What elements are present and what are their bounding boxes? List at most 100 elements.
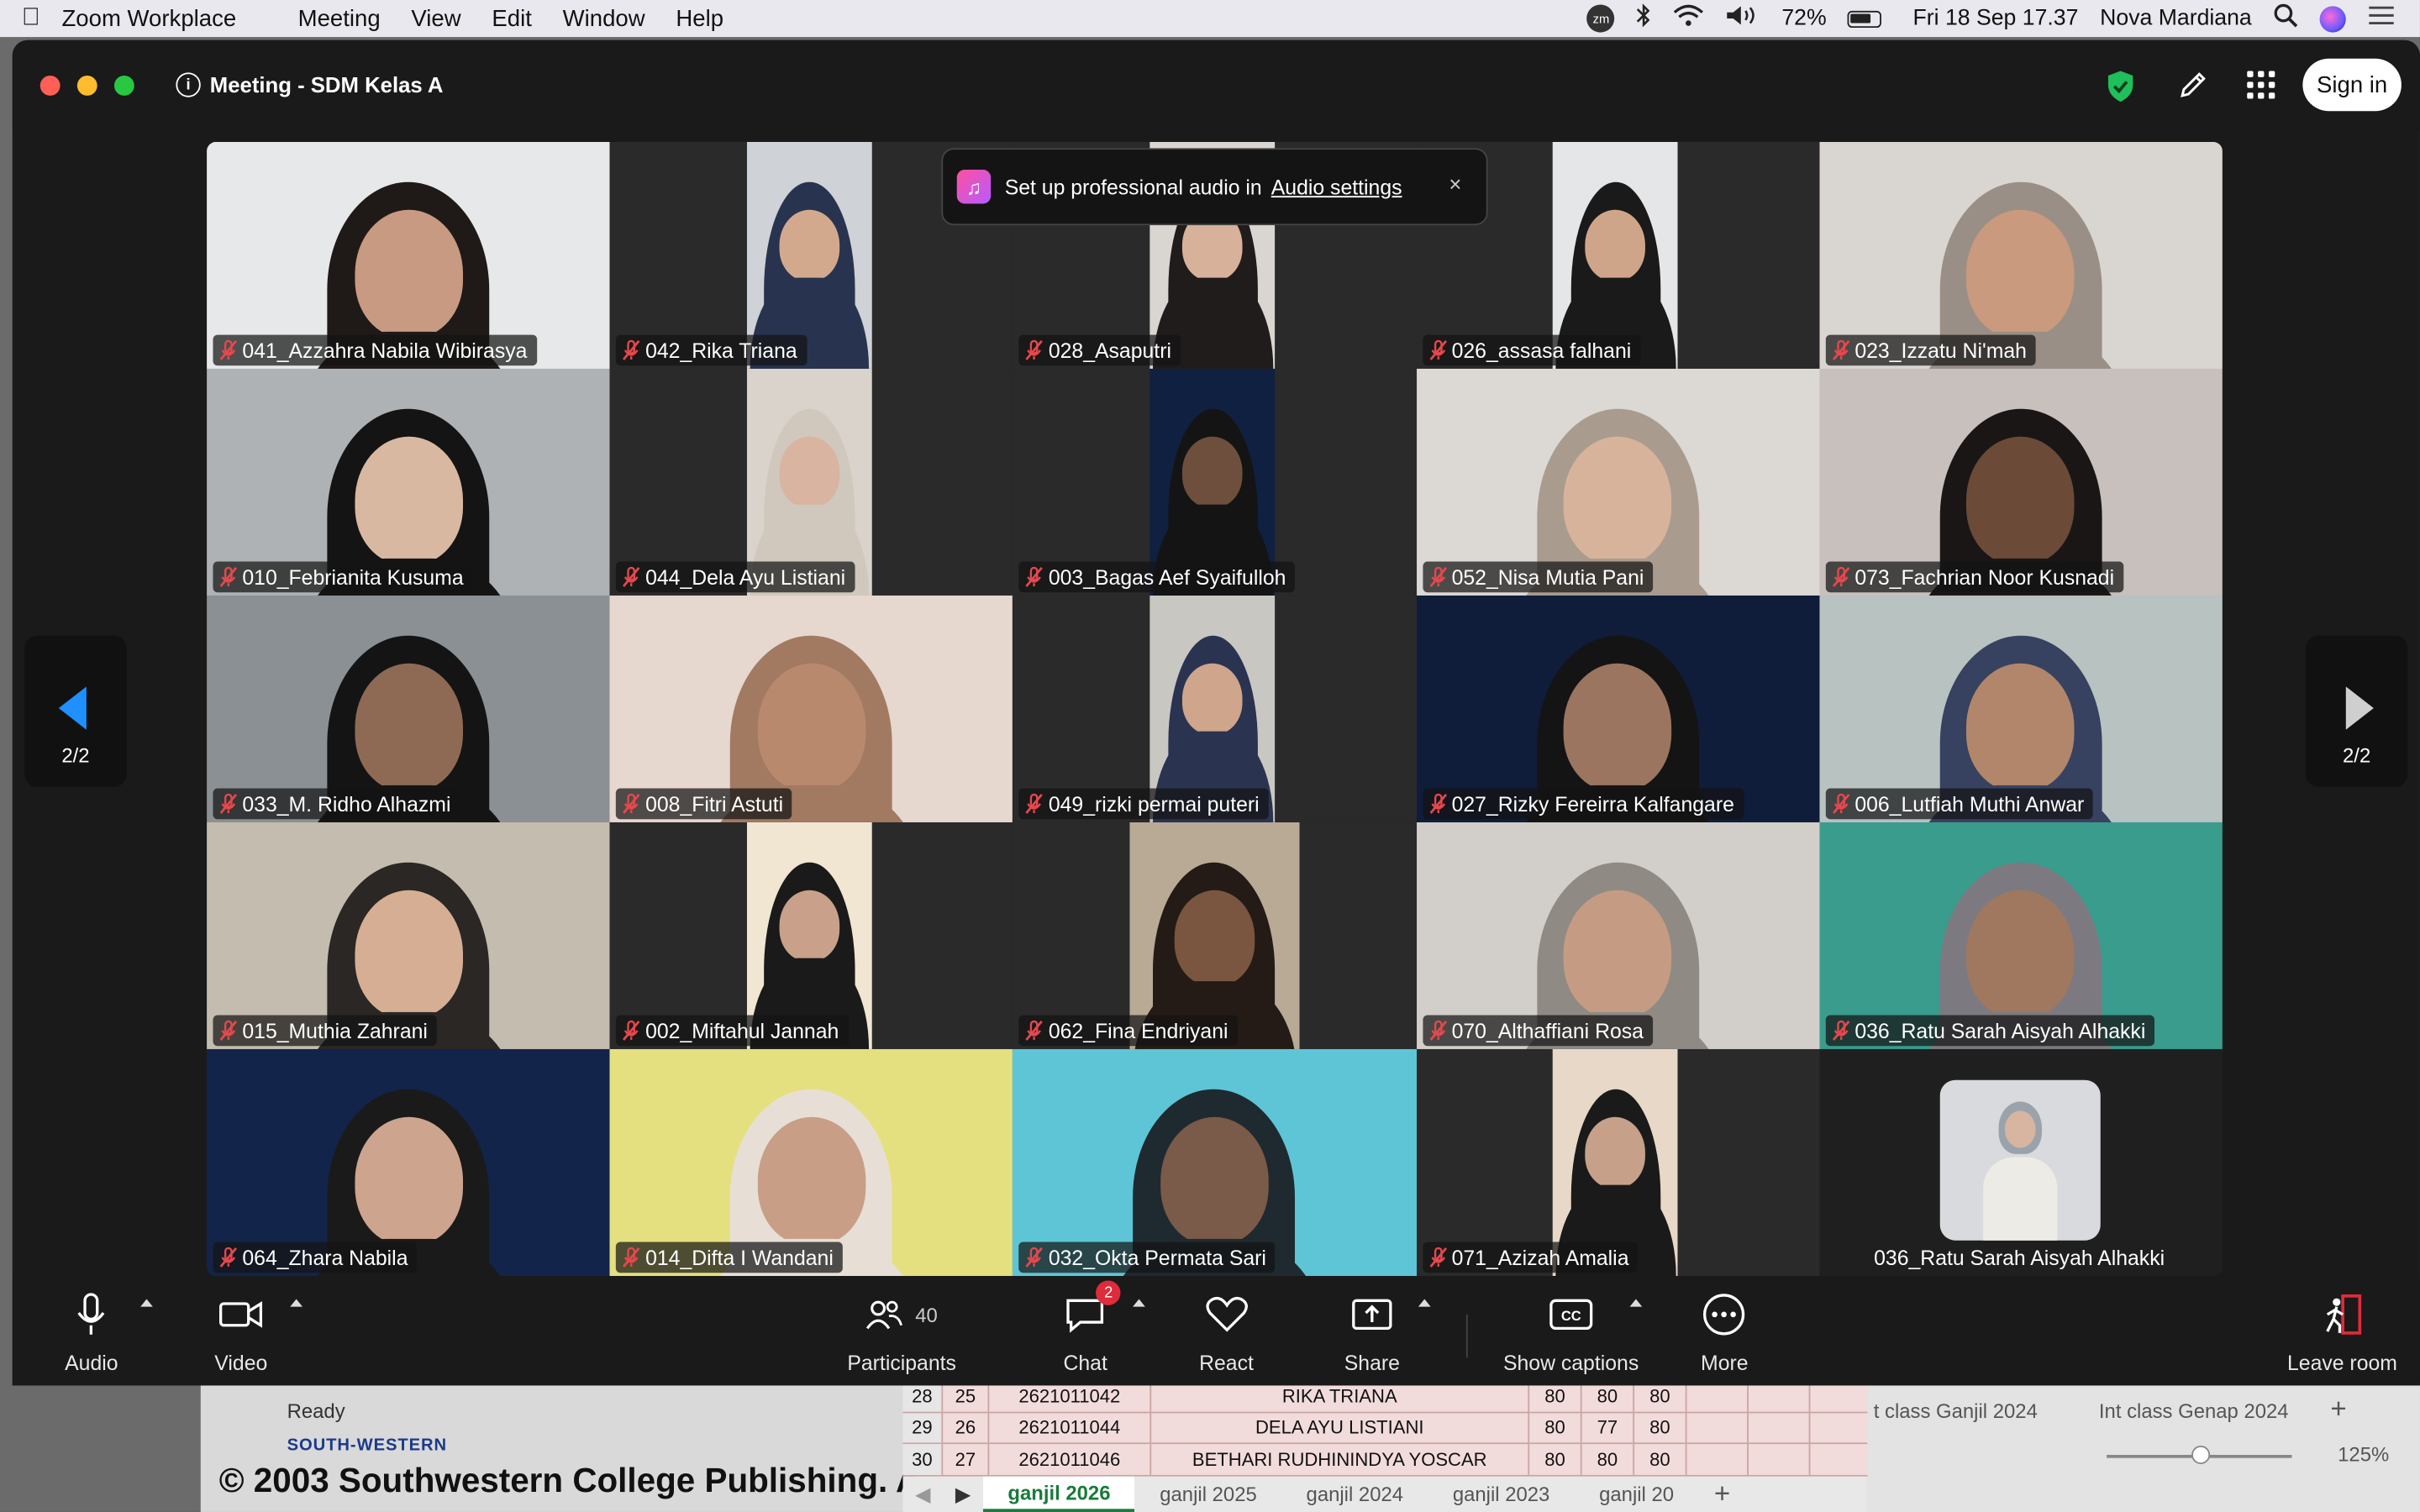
participant-tile[interactable]: 015_Muthia Zahrani <box>207 822 610 1049</box>
sign-in-button[interactable]: Sign in <box>2302 58 2402 112</box>
participant-tile[interactable]: 003_Bagas Aef Syaifulloh <box>1013 368 1417 596</box>
sheet-tab-ganjil-2023[interactable]: ganjil 2023 <box>1428 1483 1574 1506</box>
participant-tile[interactable]: 062_Fina Endriyani <box>1013 822 1417 1049</box>
captions-options-caret-icon[interactable] <box>1629 1299 1643 1307</box>
menu-view[interactable]: View <box>411 5 460 31</box>
table-row[interactable]: 28 25 2621011042 RIKA TRIANA 80 80 80 <box>902 1380 1868 1413</box>
apple-icon[interactable]:  <box>0 5 61 33</box>
audio-button[interactable]: Audio <box>65 1289 118 1374</box>
participant-tile[interactable]: 008_Fitri Astuti <box>609 595 1013 822</box>
show-captions-button[interactable]: CC Show captions <box>1503 1289 1639 1374</box>
fullscreen-window-button[interactable] <box>113 75 134 96</box>
add-sheet-icon[interactable]: + <box>2330 1394 2346 1426</box>
cell[interactable]: 80 <box>1529 1444 1582 1474</box>
sheet-tab-ganjil-2026[interactable]: ganjil 2026 <box>982 1476 1135 1512</box>
clock[interactable]: Fri 18 Sep 17.37 <box>1913 6 2079 30</box>
chat-button[interactable]: 2 Chat <box>1063 1280 1121 1374</box>
cell[interactable] <box>1687 1412 1749 1443</box>
participant-tile[interactable]: 071_Azizah Amalia <box>1416 1048 1820 1276</box>
participant-tile[interactable]: 044_Dela Ayu Listiani <box>609 368 1013 596</box>
row-number: 30 <box>902 1444 944 1474</box>
participants-button[interactable]: 40 Participants <box>847 1289 956 1374</box>
cell[interactable]: 80 <box>1529 1412 1582 1443</box>
cell[interactable]: 2621011044 <box>989 1412 1152 1443</box>
spotlight-search-icon[interactable] <box>2273 3 2298 34</box>
zoom-slider-knob[interactable] <box>2191 1445 2211 1465</box>
share-options-caret-icon[interactable] <box>1418 1299 1431 1307</box>
participant-tile[interactable]: 033_M. Ridho Alhazmi <box>207 595 610 822</box>
zoom-status-icon[interactable]: zm <box>1586 4 1615 33</box>
cell[interactable]: 77 <box>1582 1412 1635 1443</box>
sheet-tab-ganjil-2024[interactable]: ganjil 2024 <box>1281 1483 1428 1506</box>
cell[interactable]: 80 <box>1582 1444 1635 1474</box>
audio-settings-link[interactable]: Audio settings <box>1271 175 1402 198</box>
minimize-window-button[interactable] <box>76 75 97 96</box>
cell[interactable]: 80 <box>1634 1412 1687 1443</box>
participant-tile[interactable]: 027_Rizky Fereirra Kalfangare <box>1416 595 1820 822</box>
spreadsheet-grid[interactable]: 28 25 2621011042 RIKA TRIANA 80 80 80 29… <box>902 1380 1868 1477</box>
sheet-tab-ganjil-20[interactable]: ganjil 20 <box>1575 1483 1699 1506</box>
participant-tile[interactable]: 036_Ratu Sarah Aisyah Alhakki <box>1819 1048 2223 1276</box>
sheet-tab-int-class-genap[interactable]: Int class Genap 2024 <box>2099 1399 2289 1423</box>
participant-tile[interactable]: 064_Zhara Nabila <box>207 1048 610 1276</box>
user-name[interactable]: Nova Mardiana <box>2100 6 2252 30</box>
participant-tile[interactable]: 002_Miftahul Jannah <box>609 822 1013 1049</box>
siri-icon[interactable] <box>2319 5 2346 32</box>
table-row[interactable]: 30 27 2621011046 BETHARI RUDHININDYA YOS… <box>902 1444 1868 1476</box>
shield-icon[interactable] <box>2105 70 2136 103</box>
participant-tile[interactable]: 041_Azzahra Nabila Wibirasya <box>207 141 610 369</box>
cell[interactable]: 26 <box>943 1412 990 1443</box>
volume-icon[interactable] <box>1726 5 1760 33</box>
react-button[interactable]: React <box>1199 1289 1254 1374</box>
wifi-icon[interactable] <box>1674 4 1705 33</box>
video-button[interactable]: Video <box>214 1289 267 1374</box>
participant-tile[interactable]: 073_Fachrian Noor Kusnadi <box>1819 368 2223 596</box>
participant-tile[interactable]: 032_Okta Permata Sari <box>1013 1048 1417 1276</box>
cell[interactable]: DELA AYU LISTIANI <box>1151 1412 1530 1443</box>
bluetooth-icon[interactable] <box>1637 3 1652 34</box>
meeting-title[interactable]: i Meeting - SDM Kelas A <box>176 72 443 97</box>
close-toast-icon[interactable]: × <box>1449 171 1461 196</box>
control-center-icon[interactable] <box>2367 5 2395 33</box>
cell[interactable]: BETHARI RUDHININDYA YOSCAR <box>1151 1444 1530 1474</box>
apps-grid-icon[interactable] <box>2247 71 2275 99</box>
cell[interactable]: 2621011046 <box>989 1444 1152 1474</box>
chevron-left-icon <box>58 686 87 730</box>
battery-icon[interactable] <box>1848 9 1882 28</box>
chat-options-caret-icon[interactable] <box>1133 1299 1145 1307</box>
menu-app[interactable]: Zoom Workplace <box>61 5 236 31</box>
cell[interactable] <box>1749 1412 1811 1443</box>
participant-tile[interactable]: 070_Althaffiani Rosa <box>1416 822 1820 1049</box>
menu-meeting[interactable]: Meeting <box>298 5 381 31</box>
add-sheet-icon[interactable]: + <box>1698 1478 1745 1511</box>
participant-tile[interactable]: 036_Ratu Sarah Aisyah Alhakki <box>1819 822 2223 1049</box>
audio-options-caret-icon[interactable] <box>140 1299 153 1307</box>
sheet-next-icon[interactable]: ▶ <box>943 1482 983 1506</box>
next-page-button[interactable]: 2/2 <box>2306 635 2408 787</box>
sheet-tab-ganjil-2025[interactable]: ganjil 2025 <box>1135 1483 1281 1506</box>
participant-tile[interactable]: 010_Febrianita Kusuma <box>207 368 610 596</box>
sheet-tab-t-class-ganjil[interactable]: t class Ganjil 2024 <box>1874 1399 2038 1423</box>
menu-edit[interactable]: Edit <box>492 5 531 31</box>
prev-page-button[interactable]: 2/2 <box>24 635 127 787</box>
participant-tile[interactable]: 014_Difta I Wandani <box>609 1048 1013 1276</box>
cell[interactable] <box>1687 1444 1749 1474</box>
menu-window[interactable]: Window <box>563 5 645 31</box>
info-icon[interactable]: i <box>176 72 201 97</box>
menu-help[interactable]: Help <box>676 5 723 31</box>
cell[interactable]: 27 <box>943 1444 990 1474</box>
share-button[interactable]: Share <box>1344 1289 1400 1374</box>
sheet-prev-icon[interactable]: ◀ <box>902 1482 943 1506</box>
close-window-button[interactable] <box>39 75 60 96</box>
video-options-caret-icon[interactable] <box>290 1299 302 1307</box>
more-button[interactable]: More <box>1701 1289 1749 1374</box>
pencil-icon[interactable] <box>2178 70 2209 101</box>
participant-tile[interactable]: 006_Lutfiah Muthi Anwar <box>1819 595 2223 822</box>
participant-tile[interactable]: 023_Izzatu Ni'mah <box>1819 141 2223 369</box>
participant-tile[interactable]: 052_Nisa Mutia Pani <box>1416 368 1820 596</box>
participant-tile[interactable]: 049_rizki permai puteri <box>1013 595 1417 822</box>
leave-room-button[interactable]: Leave room <box>2287 1289 2397 1374</box>
cell[interactable] <box>1749 1444 1811 1474</box>
table-row[interactable]: 29 26 2621011044 DELA AYU LISTIANI 80 77… <box>902 1412 1868 1445</box>
cell[interactable]: 80 <box>1634 1444 1687 1474</box>
